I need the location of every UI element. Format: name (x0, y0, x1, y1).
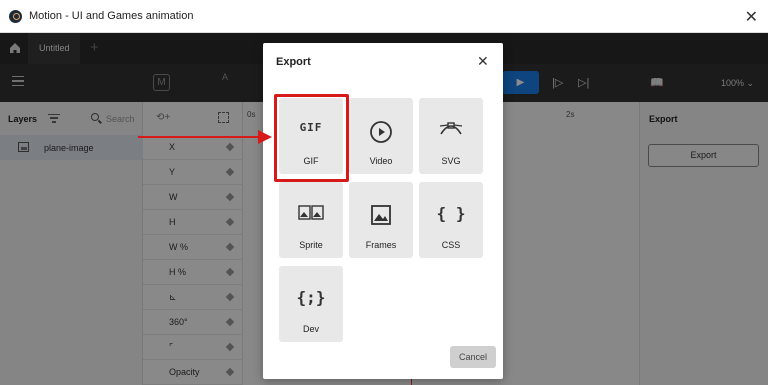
gif-highlight-box (274, 94, 349, 182)
export-sprite-tile[interactable]: Sprite (279, 182, 343, 258)
sprite-icon (279, 204, 343, 225)
image-icon (349, 204, 413, 229)
tile-label: Sprite (299, 240, 323, 250)
window-close-icon[interactable]: ✕ (745, 7, 758, 27)
tile-label: Frames (365, 240, 397, 250)
app-logo-icon (9, 10, 22, 23)
braces-icon: { } (436, 204, 466, 223)
window-title: Motion - UI and Games animation (29, 10, 194, 22)
export-video-tile[interactable]: Video (349, 98, 413, 174)
export-dev-tile[interactable]: {;} Dev (279, 266, 343, 342)
tile-label: Dev (302, 324, 319, 334)
cancel-button[interactable]: Cancel (450, 346, 496, 368)
export-frames-tile[interactable]: Frames (349, 182, 413, 258)
title-bar: Motion - UI and Games animation ✕ (0, 0, 768, 33)
tile-label: CSS (441, 240, 461, 250)
export-svg-tile[interactable]: SVG (419, 98, 483, 174)
tile-label: Video (369, 156, 393, 166)
close-icon[interactable]: ✕ (477, 53, 489, 70)
code-braces-icon: {;} (296, 288, 326, 307)
dialog-title: Export (276, 56, 311, 68)
tile-label: SVG (441, 156, 461, 166)
play-circle-icon (349, 120, 413, 147)
bezier-icon (419, 120, 483, 143)
red-arrow-icon (138, 130, 272, 144)
export-css-tile[interactable]: { } CSS (419, 182, 483, 258)
